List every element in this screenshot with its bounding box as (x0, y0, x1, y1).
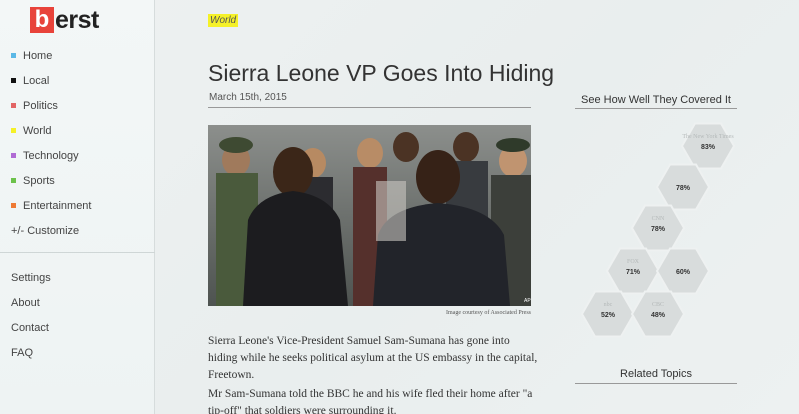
nav-item-about[interactable]: About (11, 290, 51, 315)
nav-item-label: Local (23, 74, 50, 87)
nav-item-entertainment[interactable]: Entertainment (11, 193, 91, 218)
article-paragraph: Sierra Leone's Vice-President Samuel Sam… (208, 335, 538, 381)
category-color-icon (11, 78, 16, 83)
nav-item-faq[interactable]: FAQ (11, 340, 51, 365)
coverage-hex[interactable]: CBC 48% (630, 290, 686, 338)
coverage-title: See How Well They Covered It (581, 94, 731, 106)
coverage-score: 78% (676, 185, 691, 192)
coverage-hex-svg: The New York Times 83% 78% CNN 78% FOX 71% 60% n… (580, 122, 736, 338)
nav-item-politics[interactable]: Politics (11, 93, 91, 118)
article-date: March 15th, 2015 (209, 92, 287, 103)
category-color-icon (11, 53, 16, 58)
outlet-logo: CBC (652, 302, 664, 308)
nav-item-label: Technology (23, 149, 79, 162)
outlet-logo: CNN (652, 216, 665, 222)
nav-item-label: Politics (23, 99, 58, 112)
headline-divider (208, 107, 531, 108)
logo-initial: b (30, 7, 54, 33)
coverage-score: 48% (651, 312, 666, 319)
image-caption: Image courtesy of Associated Press (446, 310, 531, 316)
article-headline: Sierra Leone VP Goes Into Hiding (208, 60, 555, 86)
category-color-icon (11, 128, 16, 133)
nav-item-local[interactable]: Local (11, 68, 91, 93)
nav-item-label: +/- Customize (11, 224, 80, 237)
nav-item-label: Home (23, 49, 53, 62)
category-nav: Home Local Politics World Technology Spo… (11, 43, 91, 243)
nav-item-label: Sports (23, 174, 55, 187)
related-topics-divider (575, 383, 737, 384)
coverage-score: 52% (601, 312, 616, 319)
category-color-icon (11, 103, 16, 108)
nav-item-sports[interactable]: Sports (11, 168, 91, 193)
secondary-nav: Settings About Contact FAQ (11, 265, 51, 365)
category-color-icon (11, 203, 16, 208)
category-color-icon (11, 153, 16, 158)
svg-text:AP: AP (524, 298, 531, 304)
nav-item-label: Entertainment (23, 199, 92, 212)
article-paragraph: Mr Sam-Sumana told the BBC he and his wi… (208, 388, 533, 414)
category-color-icon (11, 178, 16, 183)
nav-item-technology[interactable]: Technology (11, 143, 91, 168)
coverage-hex[interactable]: 60% (655, 247, 711, 295)
coverage-hex[interactable]: CNN 78% (630, 204, 686, 252)
coverage-hex[interactable]: FOX 71% (605, 247, 661, 295)
nav-item-contact[interactable]: Contact (11, 315, 51, 340)
section-tag[interactable]: World (208, 14, 239, 27)
article-photo: AP (208, 125, 531, 306)
nav-item-customize[interactable]: +/- Customize (11, 218, 91, 243)
nav-item-world[interactable]: World (11, 118, 91, 143)
outlet-logo: FOX (627, 259, 640, 265)
coverage-hex[interactable]: The New York Times 83% (680, 122, 736, 170)
nav-item-home[interactable]: Home (11, 43, 91, 68)
coverage-score: 60% (676, 269, 691, 276)
coverage-score: 78% (651, 226, 666, 233)
article-photo-illustration: AP (208, 125, 531, 306)
outlet-logo: nbc (604, 302, 613, 308)
sidebar: b erst Home Local Politics World Technol… (0, 0, 155, 414)
coverage-hex[interactable]: nbc 52% (580, 290, 636, 338)
related-topics-title: Related Topics (620, 368, 692, 380)
outlet-logo: The New York Times (682, 134, 734, 140)
coverage-hex-grid: The New York Times 83% 78% CNN 78% FOX 71% 60% n… (575, 112, 765, 362)
logo[interactable]: b erst (30, 5, 99, 35)
logo-text: erst (55, 5, 99, 34)
coverage-score: 83% (701, 144, 716, 151)
sidebar-divider (0, 252, 155, 253)
nav-item-label: World (23, 124, 52, 137)
coverage-divider (575, 108, 737, 109)
coverage-hex[interactable]: 78% (655, 163, 711, 211)
nav-item-settings[interactable]: Settings (11, 265, 51, 290)
coverage-score: 71% (626, 269, 641, 276)
